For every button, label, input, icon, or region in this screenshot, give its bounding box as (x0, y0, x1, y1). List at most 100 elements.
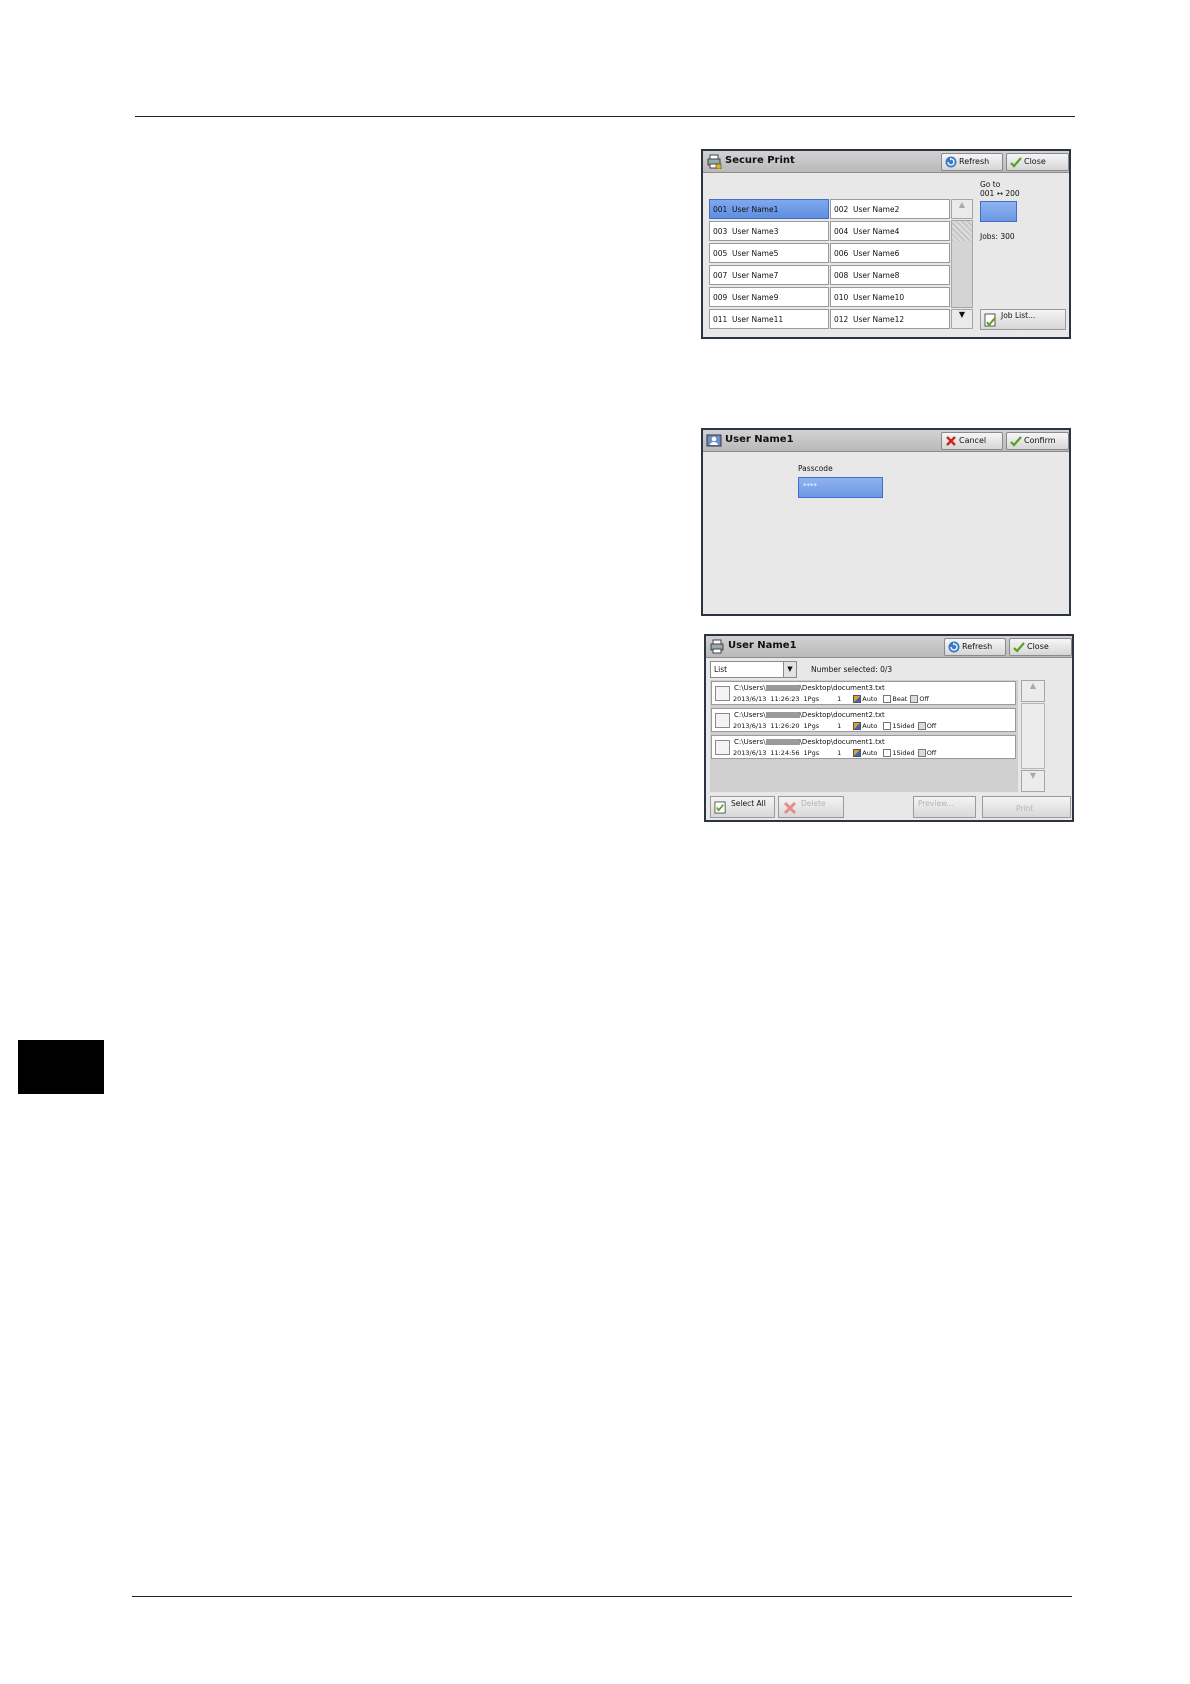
preview-button[interactable]: Preview... (913, 796, 976, 818)
user-cell-006[interactable]: 006 User Name6 (830, 243, 950, 263)
header-rule (135, 116, 1075, 117)
refresh-icon (945, 156, 957, 168)
scroll-down-button[interactable]: ▼ (951, 309, 973, 329)
job-list-panel: User Name1 Refresh Close List ▼ Number s… (704, 634, 1074, 822)
checkmark-icon (1013, 642, 1025, 653)
panel-title: User Name1 (728, 640, 797, 651)
title-bar: User Name1 Cancel Confirm (703, 430, 1069, 452)
close-button[interactable]: Close (1009, 638, 1072, 656)
cancel-button[interactable]: Cancel (941, 432, 1003, 450)
file-color: Auto (862, 695, 878, 703)
file-sides: Beat (892, 695, 908, 703)
goto-range: 001 ↔ 200 (980, 189, 1020, 198)
file-meta: 2013/6/13 11:26:23 1Pgs 1 Auto Beat Off (733, 695, 934, 703)
goto-label: Go to (980, 180, 1001, 189)
scroll-track (1021, 703, 1045, 769)
user-cell-001[interactable]: 001 User Name1 (709, 199, 829, 219)
user-number: 004 (834, 227, 849, 236)
printer-icon (707, 154, 722, 169)
file-row[interactable]: C:\Users\ \Desktop\document2.txt 2013/6/13… (711, 708, 1016, 732)
user-name: User Name5 (732, 249, 779, 258)
scroll-down-button[interactable]: ▼ (1021, 770, 1045, 792)
file-meta: 2013/6/13 11:26:20 1Pgs 1 Auto 1Sided Off (733, 722, 941, 730)
delete-button[interactable]: Delete (778, 796, 844, 818)
file-time: 11:24:56 (770, 749, 800, 757)
passcode-field[interactable]: **** (798, 477, 883, 498)
user-name: User Name3 (732, 227, 779, 236)
print-button[interactable]: Print (982, 796, 1071, 818)
file-checkbox[interactable] (715, 713, 730, 728)
user-number: 005 (713, 249, 728, 258)
sides-icon (883, 749, 892, 757)
staple-icon (910, 695, 919, 703)
file-meta: 2013/6/13 11:24:56 1Pgs 1 Auto 1Sided Off (733, 749, 941, 757)
file-date: 2013/6/13 (733, 749, 767, 757)
user-number: 001 (713, 205, 728, 214)
refresh-icon (948, 641, 960, 653)
chapter-tab (18, 1040, 104, 1094)
user-icon (706, 434, 722, 447)
scroll-up-button[interactable]: ▲ (1021, 680, 1045, 702)
path-suffix: \Desktop\document2.txt (799, 711, 885, 719)
file-row[interactable]: C:\Users\ \Desktop\document1.txt 2013/6/13… (711, 735, 1016, 759)
user-cell-010[interactable]: 010 User Name10 (830, 287, 950, 307)
file-checkbox[interactable] (715, 740, 730, 755)
refresh-button[interactable]: Refresh (944, 638, 1006, 656)
scroll-thumb[interactable] (952, 221, 972, 241)
user-cell-005[interactable]: 005 User Name5 (709, 243, 829, 263)
passcode-panel: User Name1 Cancel Confirm Passcode **** (701, 428, 1071, 616)
user-number: 010 (834, 293, 849, 302)
path-suffix: \Desktop\document1.txt (799, 738, 885, 746)
view-select[interactable]: List ▼ (710, 661, 797, 678)
path-prefix: C:\Users\ (734, 711, 766, 719)
number-selected: Number selected: 0/3 (811, 665, 893, 674)
scroll-up-button[interactable]: ▲ (951, 199, 973, 219)
user-number: 012 (834, 315, 849, 324)
user-cell-002[interactable]: 002 User Name2 (830, 199, 950, 219)
close-button[interactable]: Close (1006, 153, 1069, 171)
user-cell-009[interactable]: 009 User Name9 (709, 287, 829, 307)
redacted-username (765, 712, 800, 718)
user-name: User Name2 (853, 205, 900, 214)
file-time: 11:26:23 (770, 695, 800, 703)
cancel-icon (946, 436, 956, 446)
select-all-button[interactable]: Select All (710, 796, 775, 818)
file-copies: 1 (837, 722, 842, 730)
sides-icon (883, 695, 892, 703)
file-path: C:\Users\ \Desktop\document1.txt (734, 738, 885, 746)
file-pages: 1Pgs (803, 722, 820, 730)
user-cell-011[interactable]: 011 User Name11 (709, 309, 829, 329)
color-mode-icon (853, 749, 862, 757)
staple-icon (917, 722, 926, 730)
user-number: 011 (713, 315, 728, 324)
file-path: C:\Users\ \Desktop\document3.txt (734, 684, 885, 692)
file-row[interactable]: C:\Users\ \Desktop\document3.txt 2013/6/13… (711, 681, 1016, 705)
job-list-button[interactable]: Job List... (980, 309, 1066, 330)
user-cell-007[interactable]: 007 User Name7 (709, 265, 829, 285)
jobs-count: Jobs: 300 (980, 232, 1015, 241)
refresh-button[interactable]: Refresh (941, 153, 1003, 171)
user-cell-012[interactable]: 012 User Name12 (830, 309, 950, 329)
title-bar: Secure Print Refresh Close (703, 151, 1069, 173)
redacted-username (765, 739, 800, 745)
goto-input[interactable] (980, 201, 1017, 222)
panel-title: Secure Print (725, 155, 795, 166)
user-name: User Name6 (853, 249, 900, 258)
file-checkbox[interactable] (715, 686, 730, 701)
confirm-button[interactable]: Confirm (1006, 432, 1069, 450)
user-cell-008[interactable]: 008 User Name8 (830, 265, 950, 285)
user-name: User Name1 (732, 205, 779, 214)
user-number: 009 (713, 293, 728, 302)
color-mode-icon (853, 722, 862, 730)
user-cell-004[interactable]: 004 User Name4 (830, 221, 950, 241)
job-list-icon (984, 313, 996, 327)
printer-icon (710, 639, 724, 654)
user-number: 007 (713, 271, 728, 280)
staple-icon (917, 749, 926, 757)
chevron-down-icon: ▼ (783, 662, 796, 677)
user-name: User Name8 (853, 271, 900, 280)
user-number: 006 (834, 249, 849, 258)
file-date: 2013/6/13 (733, 695, 767, 703)
user-cell-003[interactable]: 003 User Name3 (709, 221, 829, 241)
delete-icon (783, 801, 797, 815)
